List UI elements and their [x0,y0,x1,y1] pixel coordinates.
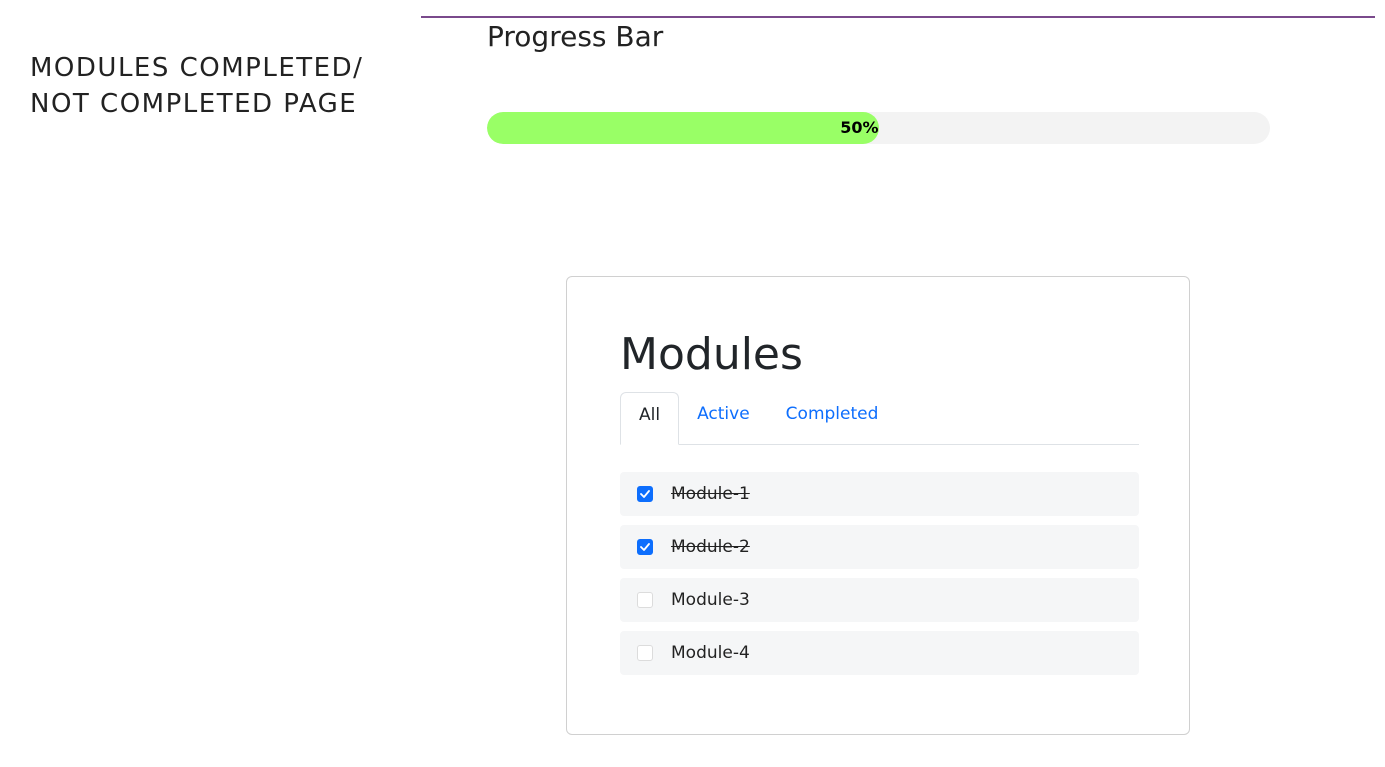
module-3-label: Module-3 [671,590,750,610]
tab-active[interactable]: Active [679,392,768,437]
check-icon [640,543,650,551]
modules-card: Modules All Active Completed Module-1 Mo… [566,276,1190,735]
module-2-label: Module-2 [671,537,750,557]
module-1-checkbox[interactable] [637,486,653,502]
module-1-label: Module-1 [671,484,750,504]
progress-percent-label: 50% [840,118,879,137]
list-item: Module-3 [620,578,1139,622]
top-divider [421,16,1375,18]
page-title-line-2: NOT COMPLETED PAGE [30,89,358,119]
list-item: Module-4 [620,631,1139,675]
modules-tabs: All Active Completed [620,392,1139,445]
module-4-checkbox[interactable] [637,645,653,661]
tab-completed[interactable]: Completed [768,392,897,437]
progress-bar: 50% [487,112,1270,144]
list-item: Module-1 [620,472,1139,516]
progress-heading: Progress Bar [487,20,664,53]
list-item: Module-2 [620,525,1139,569]
page: MODULES COMPLETED/ NOT COMPLETED PAGE Pr… [0,0,1385,767]
progress-bar-fill: 50% [487,112,879,144]
page-title: MODULES COMPLETED/ NOT COMPLETED PAGE [30,50,410,122]
check-icon [640,490,650,498]
module-4-label: Module-4 [671,643,750,663]
page-title-line-1: MODULES COMPLETED/ [30,53,364,83]
module-list: Module-1 Module-2 Module-3 Module-4 [620,472,1139,684]
module-2-checkbox[interactable] [637,539,653,555]
modules-title: Modules [620,329,803,380]
tab-all[interactable]: All [620,392,680,445]
module-3-checkbox[interactable] [637,592,653,608]
